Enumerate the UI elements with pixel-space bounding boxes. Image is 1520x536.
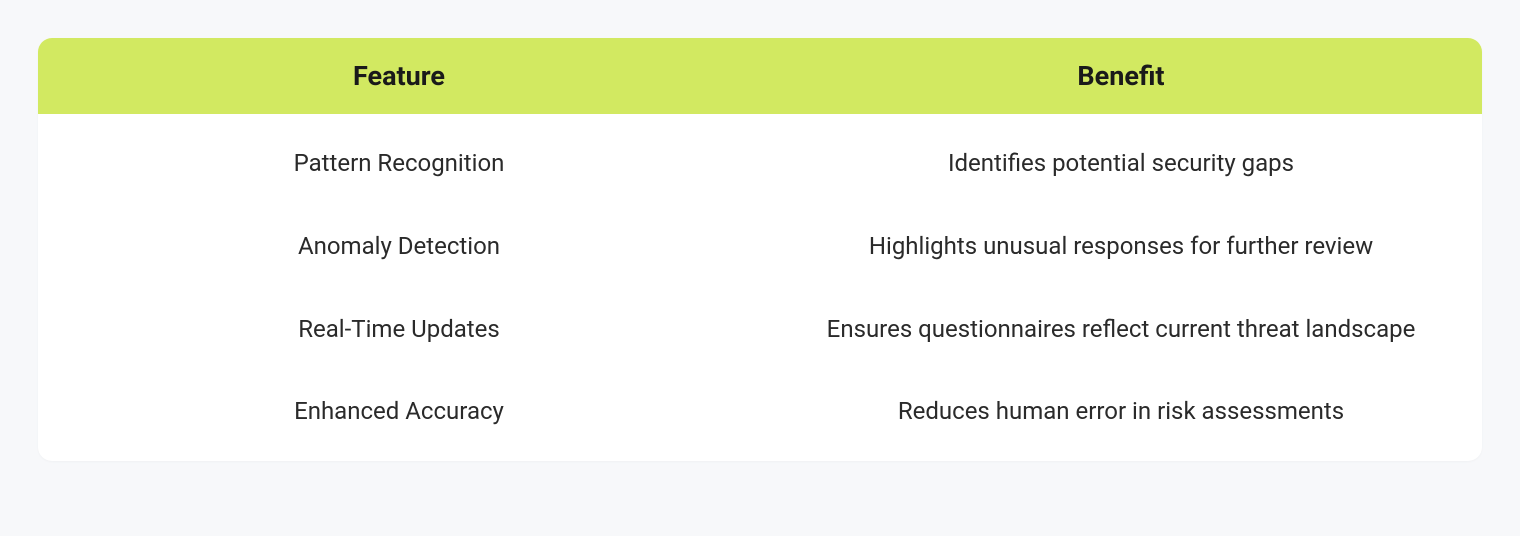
header-benefit: Benefit <box>760 38 1482 114</box>
feature-cell: Pattern Recognition <box>38 114 760 205</box>
table-row: Real-Time Updates Ensures questionnaires… <box>38 288 1482 371</box>
benefit-cell: Reduces human error in risk assessments <box>760 370 1482 461</box>
feature-cell: Real-Time Updates <box>38 288 760 371</box>
feature-cell: Anomaly Detection <box>38 205 760 288</box>
table-header: Feature Benefit <box>38 38 1482 114</box>
benefit-cell: Ensures questionnaires reflect current t… <box>760 288 1482 371</box>
table-row: Anomaly Detection Highlights unusual res… <box>38 205 1482 288</box>
benefit-cell: Highlights unusual responses for further… <box>760 205 1482 288</box>
table-row: Pattern Recognition Identifies potential… <box>38 114 1482 205</box>
feature-cell: Enhanced Accuracy <box>38 370 760 461</box>
feature-benefit-table: Feature Benefit Pattern Recognition Iden… <box>38 38 1482 461</box>
table-row: Enhanced Accuracy Reduces human error in… <box>38 370 1482 461</box>
table-body: Pattern Recognition Identifies potential… <box>38 114 1482 461</box>
benefit-cell: Identifies potential security gaps <box>760 114 1482 205</box>
header-feature: Feature <box>38 38 760 114</box>
